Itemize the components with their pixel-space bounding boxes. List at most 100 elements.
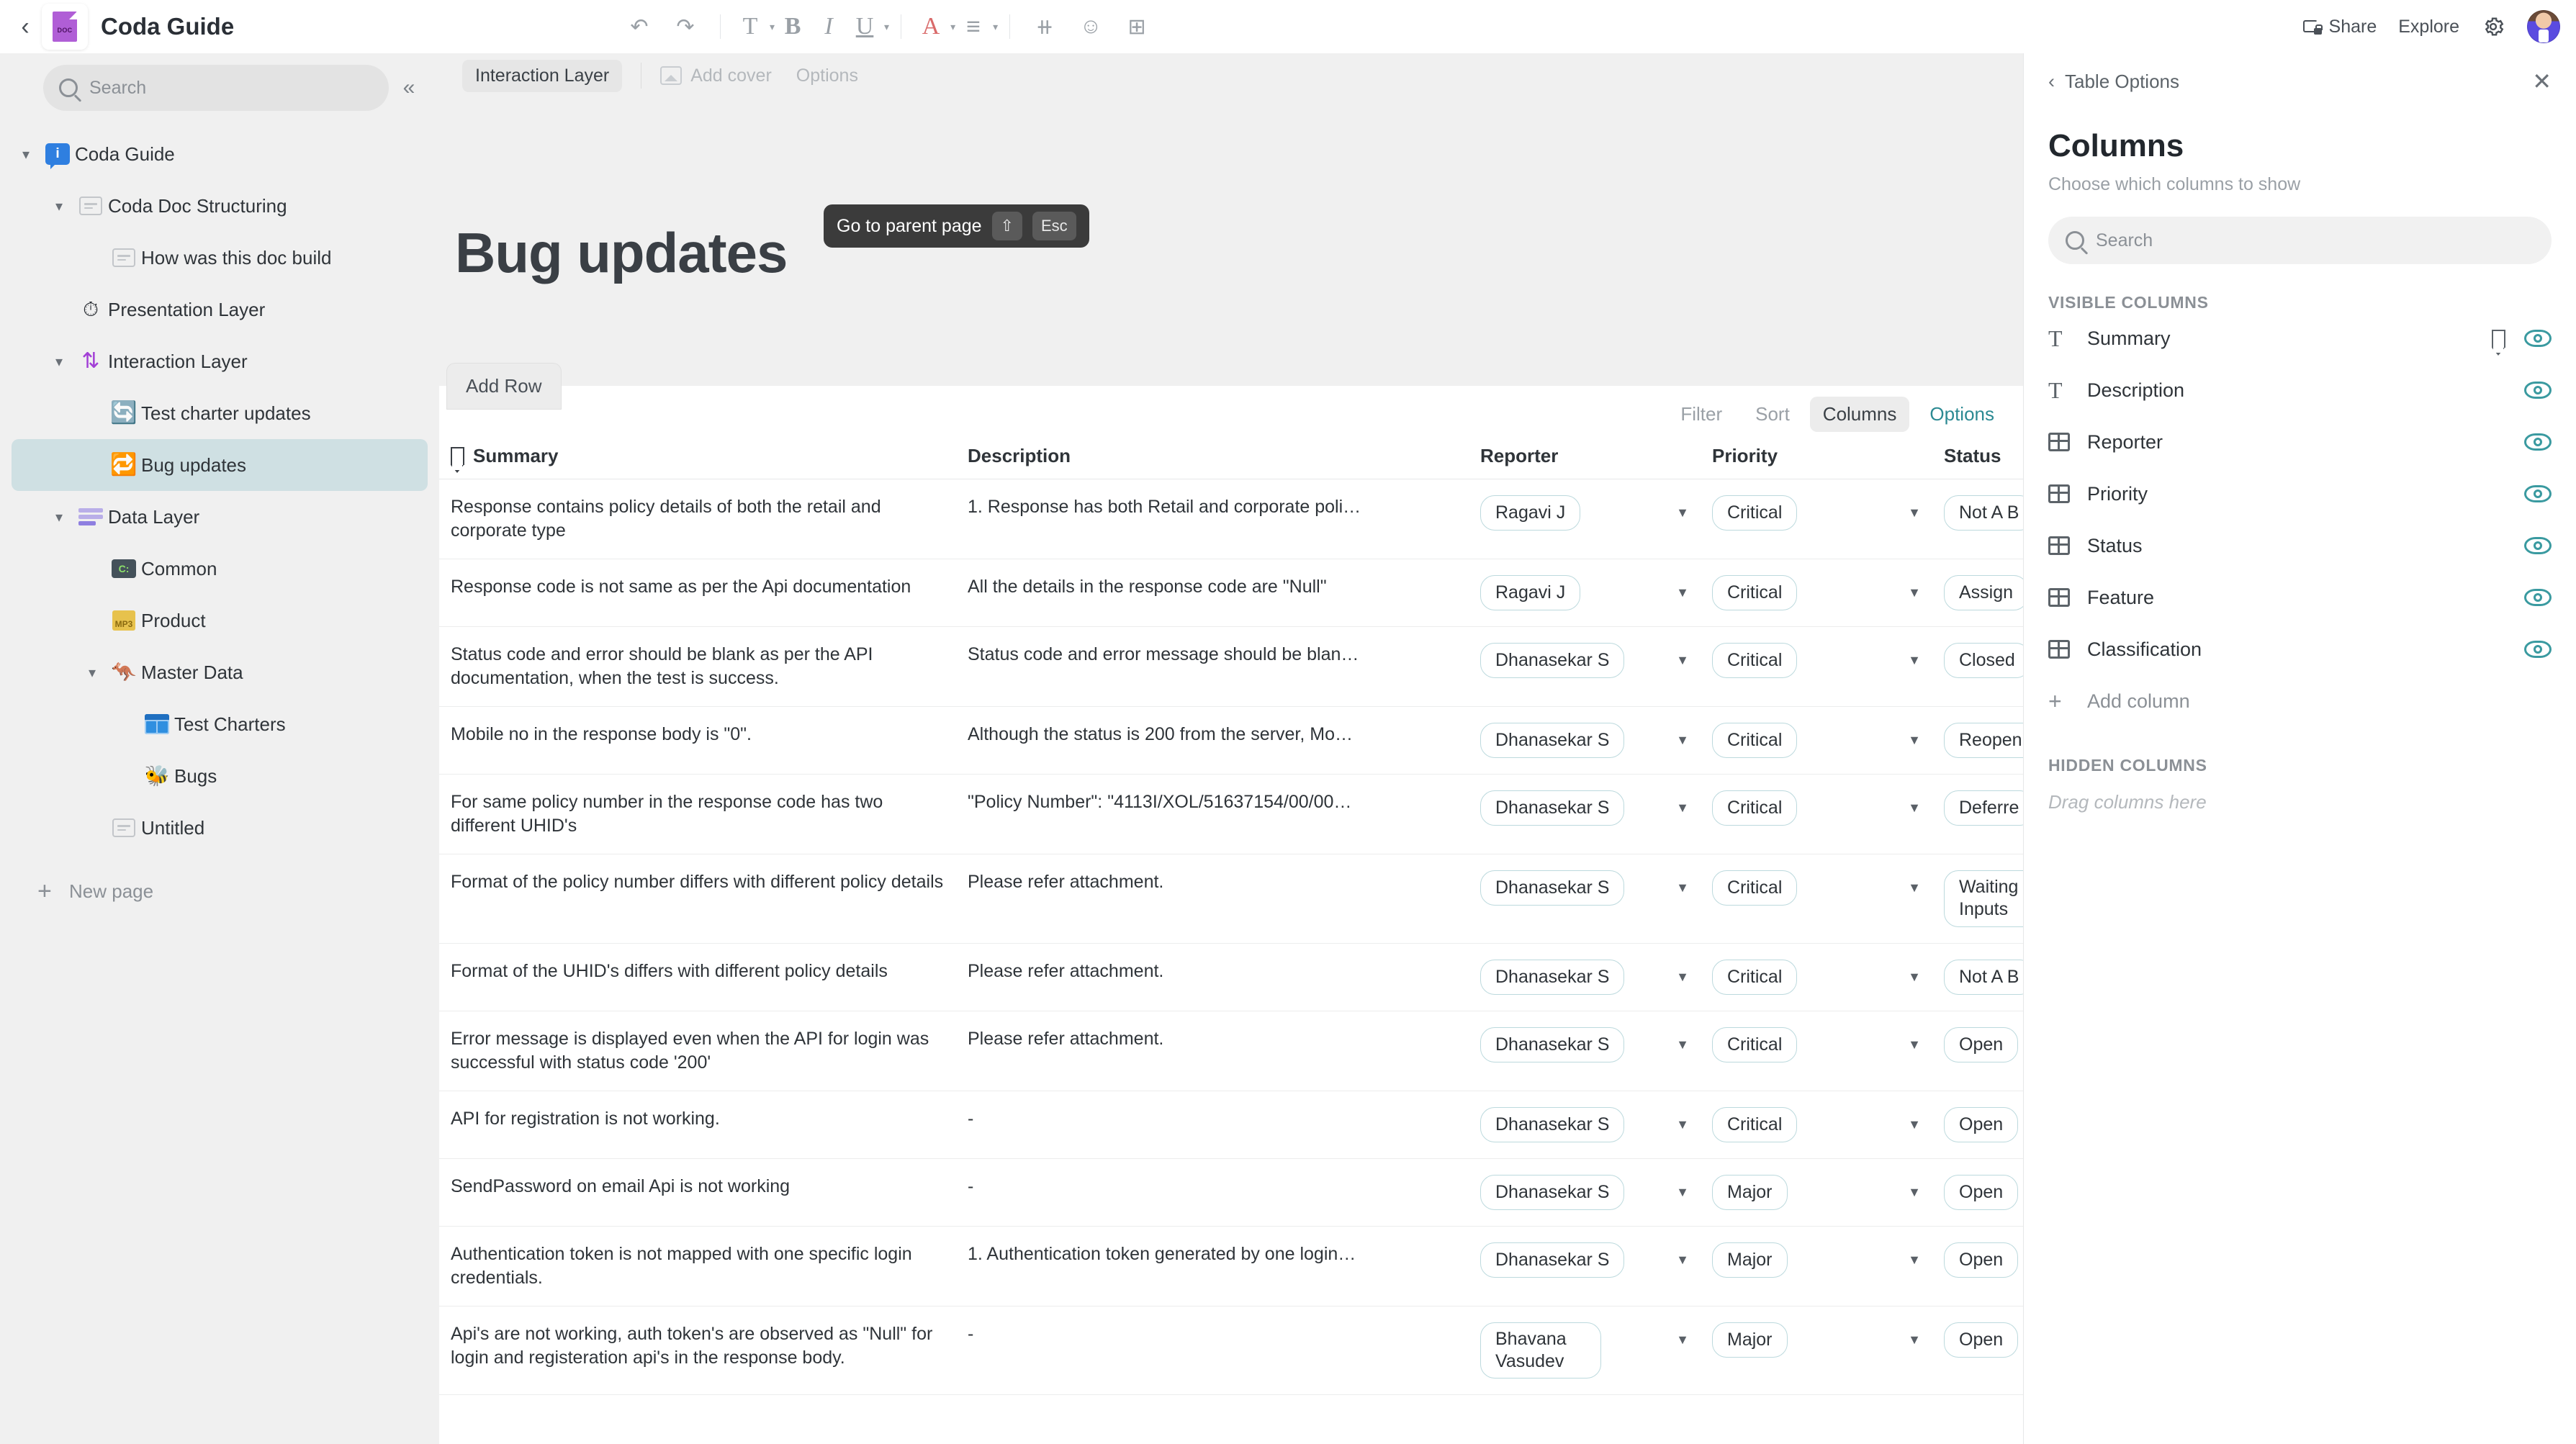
filter-button[interactable]: Filter [1667, 397, 1735, 432]
chevron-down-icon[interactable]: ▼ [1908, 880, 1921, 897]
sidebar-item-interaction-layer[interactable]: ▾ ⇅ Interaction Layer [12, 335, 428, 387]
table-row[interactable]: For same policy number in the response c… [439, 774, 2023, 854]
cell-priority[interactable]: Critical ▼ [1701, 1011, 1932, 1091]
sidebar-item-bugs[interactable]: ▾ 🐝 Bugs [12, 750, 428, 802]
table-row[interactable]: Response contains policy details of both… [439, 479, 2023, 559]
breadcrumb-parent-chip[interactable]: Interaction Layer [462, 59, 623, 92]
explore-button[interactable]: Explore [2398, 17, 2459, 37]
sidebar-item-data-layer[interactable]: ▾ Data Layer [12, 491, 428, 543]
eye-icon[interactable] [2524, 330, 2552, 347]
chevron-down-icon[interactable]: ▼ [1676, 1184, 1689, 1201]
column-item-status[interactable]: Status [2024, 520, 2576, 572]
cell-summary[interactable]: Authentication token is not mapped with … [439, 1226, 956, 1307]
chevron-down-icon[interactable]: ▼ [1908, 1332, 1921, 1349]
column-header-reporter[interactable]: Reporter [1469, 442, 1701, 479]
cell-reporter[interactable]: Dhanasekar S ▼ [1469, 626, 1701, 707]
cell-status[interactable]: Open [1932, 1226, 2023, 1307]
column-item-priority[interactable]: Priority [2024, 468, 2576, 520]
close-icon[interactable]: ✕ [2532, 68, 2552, 95]
cell-summary[interactable]: Format of the policy number differs with… [439, 854, 956, 944]
chevron-down-icon[interactable]: ▾ [45, 197, 73, 215]
cell-priority[interactable]: Major ▼ [1701, 1306, 1932, 1395]
table-row[interactable]: Status code and error should be blank as… [439, 626, 2023, 707]
eye-icon[interactable] [2524, 485, 2552, 502]
sidebar-item-common[interactable]: ▾ C: Common [12, 543, 428, 595]
sidebar-item-product[interactable]: ▾ MP3 Product [12, 595, 428, 646]
panel-back-label[interactable]: Table Options [2065, 71, 2179, 93]
text-style-chevron-down-icon[interactable]: ▾ [770, 21, 775, 33]
cell-description[interactable]: - [956, 1091, 1469, 1159]
cell-reporter[interactable]: Dhanasekar S ▼ [1469, 1011, 1701, 1091]
cell-summary[interactable]: Response code is not same as per the Api… [439, 559, 956, 627]
table-row[interactable]: Format of the policy number differs with… [439, 854, 2023, 944]
bold-icon[interactable]: B [775, 0, 811, 53]
chevron-down-icon[interactable]: ▼ [1676, 800, 1689, 817]
cell-summary[interactable]: API for registration is not working. [439, 1091, 956, 1159]
cell-priority[interactable]: Major ▼ [1701, 1226, 1932, 1307]
sort-button[interactable]: Sort [1742, 397, 1803, 432]
table-row[interactable]: Error message is displayed even when the… [439, 1011, 2023, 1091]
cell-status[interactable]: Reopen [1932, 706, 2023, 775]
chevron-down-icon[interactable]: ▼ [1908, 585, 1921, 602]
collapse-sidebar-icon[interactable]: « [389, 76, 429, 100]
font-color-icon[interactable]: A [913, 0, 949, 53]
italic-icon[interactable]: I [811, 0, 847, 53]
sidebar-item-coda-guide[interactable]: ▾ i Coda Guide [12, 128, 428, 180]
cell-priority[interactable]: Critical ▼ [1701, 706, 1932, 775]
cell-description[interactable]: Status code and error message should be … [956, 626, 1469, 707]
cell-status[interactable]: Not A B [1932, 943, 2023, 1011]
chevron-down-icon[interactable]: ▼ [1676, 1332, 1689, 1349]
column-header-priority[interactable]: Priority [1701, 442, 1932, 479]
cell-status[interactable]: Waiting Inputs [1932, 854, 2023, 944]
chevron-down-icon[interactable]: ▼ [1908, 1252, 1921, 1269]
sidebar-item-presentation-layer[interactable]: ▾ ⏱ Presentation Layer [12, 284, 428, 335]
cell-reporter[interactable]: Dhanasekar S ▼ [1469, 854, 1701, 944]
table-options-button[interactable]: Options [1917, 397, 2007, 432]
column-header-description[interactable]: Description [956, 442, 1469, 479]
doc-icon[interactable]: DOC [42, 3, 88, 50]
column-item-reporter[interactable]: Reporter [2024, 416, 2576, 468]
back-icon[interactable]: ‹ [9, 14, 42, 39]
cell-summary[interactable]: Mobile no in the response body is "0". [439, 706, 956, 775]
align-icon[interactable]: ≡ [955, 0, 991, 53]
chevron-down-icon[interactable]: ▼ [1908, 800, 1921, 817]
cell-reporter[interactable]: Dhanasekar S ▼ [1469, 943, 1701, 1011]
sidebar-item-test-charters[interactable]: ▾ Test Charters [12, 698, 428, 750]
cell-description[interactable]: Please refer attachment. [956, 1011, 1469, 1091]
cell-summary[interactable]: For same policy number in the response c… [439, 774, 956, 854]
cell-reporter[interactable]: Dhanasekar S ▼ [1469, 774, 1701, 854]
chevron-down-icon[interactable]: ▼ [1676, 969, 1689, 986]
column-item-feature[interactable]: Feature [2024, 572, 2576, 623]
cell-priority[interactable]: Critical ▼ [1701, 1091, 1932, 1159]
cell-reporter[interactable]: Dhanasekar S ▼ [1469, 706, 1701, 775]
chevron-down-icon[interactable]: ▼ [1676, 1037, 1689, 1054]
cell-status[interactable]: Open [1932, 1158, 2023, 1227]
avatar[interactable] [2527, 10, 2560, 43]
table-row[interactable]: Api's are not working, auth token's are … [439, 1306, 2023, 1395]
cell-priority[interactable]: Critical ▼ [1701, 479, 1932, 559]
font-color-chevron-down-icon[interactable]: ▾ [950, 21, 955, 33]
cell-reporter[interactable]: Dhanasekar S ▼ [1469, 1226, 1701, 1307]
sidebar-item-test-charter-updates[interactable]: ▾ 🔄 Test charter updates [12, 387, 428, 439]
cell-priority[interactable]: Critical ▼ [1701, 626, 1932, 707]
cell-priority[interactable]: Major ▼ [1701, 1158, 1932, 1227]
cell-description[interactable]: Please refer attachment. [956, 854, 1469, 944]
cell-description[interactable]: Although the status is 200 from the serv… [956, 706, 1469, 775]
cell-reporter[interactable]: Dhanasekar S ▼ [1469, 1158, 1701, 1227]
column-item-description[interactable]: T Description [2024, 364, 2576, 416]
table-row[interactable]: Response code is not same as per the Api… [439, 559, 2023, 627]
column-item-classification[interactable]: Classification [2024, 623, 2576, 675]
chevron-down-icon[interactable]: ▼ [1676, 652, 1689, 669]
insert-block-icon[interactable]: ⊞ [1114, 0, 1160, 53]
chevron-down-icon[interactable]: ▼ [1908, 1184, 1921, 1201]
column-item-summary[interactable]: T Summary [2024, 312, 2576, 364]
eye-icon[interactable] [2524, 589, 2552, 606]
underline-icon[interactable]: U [847, 0, 883, 53]
gear-icon[interactable] [2481, 14, 2505, 39]
eye-icon[interactable] [2524, 382, 2552, 399]
chevron-down-icon[interactable]: ▼ [1908, 1116, 1921, 1134]
cell-reporter[interactable]: Dhanasekar S ▼ [1469, 1091, 1701, 1159]
cell-description[interactable]: 1. Response has both Retail and corporat… [956, 479, 1469, 559]
cell-summary[interactable]: Status code and error should be blank as… [439, 626, 956, 707]
add-column-button[interactable]: + Add column [2024, 675, 2576, 727]
